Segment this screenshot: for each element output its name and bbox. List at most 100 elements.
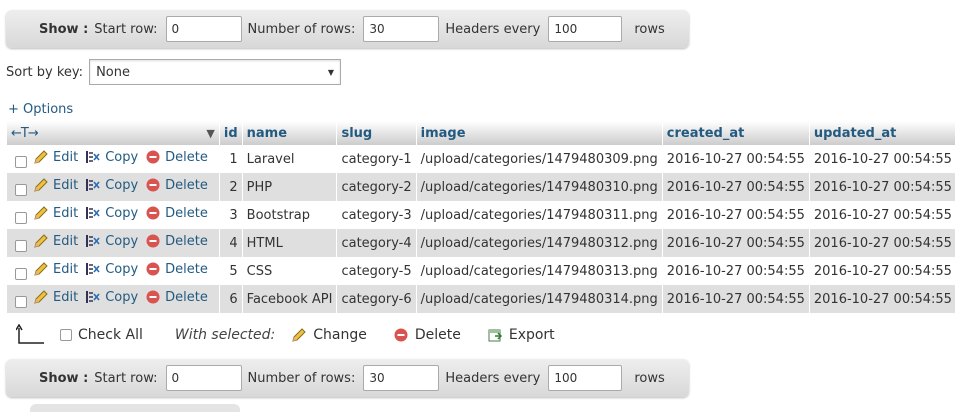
table-row[interactable]: Edit Copy Delete 5 CSS category-5/upload/cate…	[7, 257, 955, 285]
column-header-slug[interactable]: slug	[336, 121, 417, 145]
num-rows-input[interactable]	[363, 16, 440, 42]
cell-slug[interactable]: category-5	[336, 257, 417, 285]
table-row[interactable]: Edit Copy Delete 6 Facebook API category-6/up…	[7, 285, 955, 313]
copy-link[interactable]: Copy	[85, 149, 138, 165]
cell-id[interactable]: 1	[219, 145, 243, 173]
cell-created-at[interactable]: 2016-10-27 00:54:55	[662, 229, 810, 257]
delete-link[interactable]: Delete	[145, 205, 208, 221]
cell-name[interactable]: CSS	[242, 257, 338, 285]
cell-id[interactable]: 3	[219, 201, 243, 229]
pencil-icon	[33, 289, 49, 305]
copy-link[interactable]: Copy	[85, 289, 138, 305]
cell-id[interactable]: 2	[219, 173, 243, 201]
cell-id[interactable]: 4	[219, 229, 243, 257]
cell-id[interactable]: 5	[219, 257, 243, 285]
cell-created-at[interactable]: 2016-10-27 00:54:55	[662, 145, 810, 173]
cell-updated-at[interactable]: 2016-10-27 00:54:55	[809, 229, 955, 257]
delete-link[interactable]: Delete	[145, 233, 208, 249]
delete-link[interactable]: Delete	[145, 177, 208, 193]
edit-link[interactable]: Edit	[33, 205, 78, 221]
check-all-checkbox[interactable]	[60, 329, 72, 341]
delete-link[interactable]: Delete	[145, 261, 208, 277]
copy-link[interactable]: Copy	[85, 177, 138, 193]
headers-every-input[interactable]	[548, 365, 623, 391]
copy-link[interactable]: Copy	[85, 205, 138, 221]
cell-created-at[interactable]: 2016-10-27 00:54:55	[662, 257, 810, 285]
cell-updated-at[interactable]: 2016-10-27 00:54:55	[809, 145, 955, 173]
copy-icon	[85, 261, 101, 277]
table-row[interactable]: Edit Copy Delete 3 Bootstrap category-3/uploa…	[7, 201, 955, 229]
row-checkbox[interactable]	[15, 295, 27, 308]
edit-label: Edit	[53, 149, 79, 165]
row-checkbox[interactable]	[15, 183, 27, 196]
edit-link[interactable]: Edit	[33, 289, 78, 305]
column-header-id[interactable]: id	[219, 121, 243, 145]
edit-link[interactable]: Edit	[33, 261, 78, 277]
row-checkbox[interactable]	[15, 239, 27, 252]
change-button[interactable]: Change	[291, 327, 367, 343]
cell-created-at[interactable]: 2016-10-27 00:54:55	[662, 173, 810, 201]
cell-name[interactable]: HTML	[242, 229, 338, 257]
cell-image[interactable]: /upload/categories/1479480313.png	[416, 257, 663, 285]
column-header-name[interactable]: name	[242, 121, 338, 145]
row-actions: Edit Copy Delete	[7, 285, 220, 313]
row-checkbox[interactable]	[15, 211, 27, 224]
cell-updated-at[interactable]: 2016-10-27 00:54:55	[809, 285, 955, 313]
row-checkbox[interactable]	[15, 155, 27, 168]
show-label: Show :	[39, 21, 89, 37]
table-row[interactable]: Edit Copy Delete 2 PHP category-2/upload/cate…	[7, 173, 955, 201]
cell-updated-at[interactable]: 2016-10-27 00:54:55	[809, 201, 955, 229]
copy-link[interactable]: Copy	[85, 261, 138, 277]
delete-link[interactable]: Delete	[145, 149, 208, 165]
num-rows-input[interactable]	[363, 365, 440, 391]
edit-link[interactable]: Edit	[33, 233, 78, 249]
cell-id[interactable]: 6	[219, 285, 243, 313]
cell-image[interactable]: /upload/categories/1479480310.png	[416, 173, 663, 201]
cell-name[interactable]: PHP	[242, 173, 338, 201]
num-rows-label: Number of rows:	[247, 370, 356, 386]
pencil-icon	[33, 233, 49, 249]
table-row[interactable]: Edit Copy Delete 4 HTML category-4/upload/cat…	[7, 229, 955, 257]
copy-icon	[85, 149, 101, 165]
check-all-label[interactable]: Check All	[78, 327, 143, 343]
cell-image[interactable]: /upload/categories/1479480309.png	[416, 145, 663, 173]
cell-slug[interactable]: category-6	[336, 285, 417, 313]
cell-image[interactable]: /upload/categories/1479480314.png	[416, 285, 663, 313]
cell-created-at[interactable]: 2016-10-27 00:54:55	[662, 201, 810, 229]
cell-updated-at[interactable]: 2016-10-27 00:54:55	[809, 257, 955, 285]
delete-link[interactable]: Delete	[145, 289, 208, 305]
export-button[interactable]: Export	[487, 327, 555, 343]
delete-selected-button[interactable]: Delete	[393, 327, 461, 343]
edit-link[interactable]: Edit	[33, 149, 78, 165]
sort-triangle-icon[interactable]: ▼	[206, 127, 214, 140]
edit-link[interactable]: Edit	[33, 177, 78, 193]
cell-name[interactable]: Bootstrap	[242, 201, 338, 229]
table-row[interactable]: Edit Copy Delete 1 Laravel category-1/upload/…	[7, 145, 955, 173]
cell-slug[interactable]: category-4	[336, 229, 417, 257]
headers-every-input[interactable]	[548, 16, 623, 42]
start-row-input[interactable]	[165, 16, 242, 42]
cell-name[interactable]: Laravel	[242, 145, 338, 173]
start-row-input[interactable]	[165, 365, 242, 391]
cell-created-at[interactable]: 2016-10-27 00:54:55	[662, 285, 810, 313]
cell-name[interactable]: Facebook API	[242, 285, 338, 313]
cell-image[interactable]: /upload/categories/1479480312.png	[416, 229, 663, 257]
partial-element	[30, 404, 240, 412]
cell-image[interactable]: /upload/categories/1479480311.png	[416, 201, 663, 229]
column-header-created-at[interactable]: created_at	[662, 121, 810, 145]
options-link[interactable]: + Options	[8, 102, 73, 117]
cell-slug[interactable]: category-2	[336, 173, 417, 201]
column-arrows-icon[interactable]: ←T→	[11, 126, 39, 141]
sort-by-key-select[interactable]: None ▼	[89, 59, 342, 85]
copy-link[interactable]: Copy	[85, 233, 138, 249]
column-header-updated-at[interactable]: updated_at	[809, 121, 955, 145]
cell-slug[interactable]: category-3	[336, 201, 417, 229]
pencil-icon	[33, 177, 49, 193]
row-actions: Edit Copy Delete	[7, 257, 220, 285]
cell-slug[interactable]: category-1	[336, 145, 417, 173]
cell-updated-at[interactable]: 2016-10-27 00:54:55	[809, 173, 955, 201]
row-checkbox[interactable]	[15, 267, 27, 280]
copy-icon	[85, 233, 101, 249]
column-header-image[interactable]: image	[416, 121, 663, 145]
start-row-label: Start row:	[94, 370, 158, 386]
